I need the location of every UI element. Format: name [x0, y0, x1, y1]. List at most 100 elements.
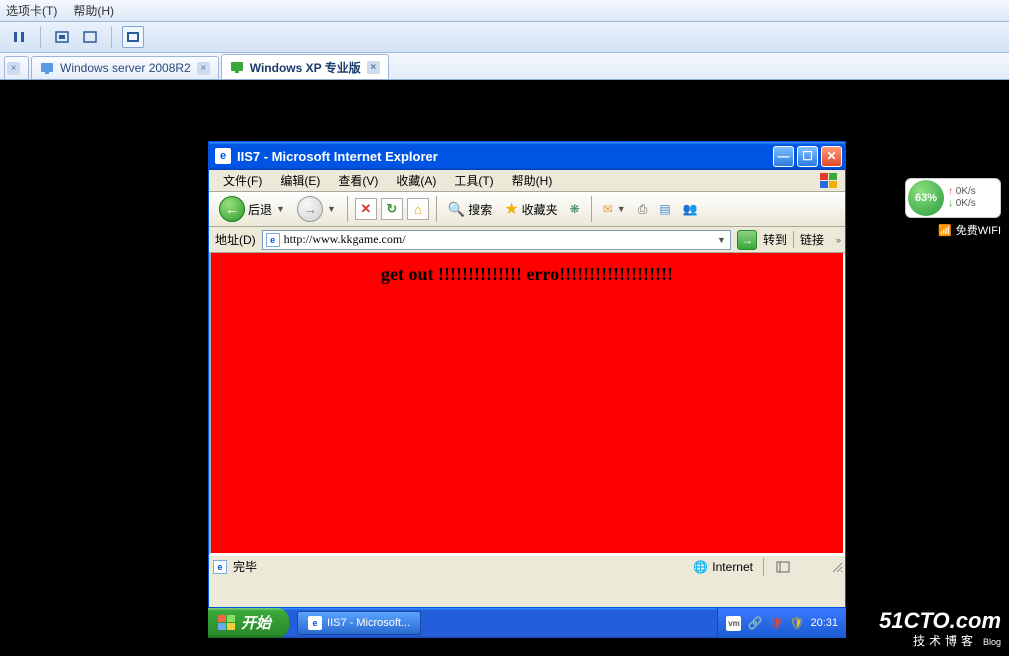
star-icon: ★ [504, 199, 518, 219]
network-widget[interactable]: 63% ↑ 0K/s ↓ 0K/s [905, 178, 1001, 218]
up-arrow-icon: ↑ [948, 186, 953, 197]
ie-titlebar[interactable]: IIS7 - Microsoft Internet Explorer — ☐ ✕ [209, 142, 845, 170]
watermark-sub: 技术博客 [913, 634, 977, 648]
separator [591, 196, 592, 222]
download-rate: 0K/s [956, 198, 976, 209]
messenger-button[interactable]: 👥 [679, 195, 702, 223]
menu-view[interactable]: 查看(V) [330, 170, 386, 191]
page-heading: get out !!!!!!!!!!!!!! erro!!!!!!!!!!!!!… [211, 263, 843, 286]
menu-help[interactable]: 帮助(H) [504, 170, 561, 191]
tab-label: Windows server 2008R2 [60, 61, 191, 75]
history-icon: ❋ [570, 202, 580, 216]
stop-button[interactable]: ✕ [355, 198, 377, 220]
menu-favorites[interactable]: 收藏(A) [388, 170, 444, 191]
go-icon: → [741, 233, 753, 247]
watermark-brand: 51CTO.com [879, 610, 1001, 632]
refresh-button[interactable]: ↻ [381, 198, 403, 220]
page-content[interactable]: get out !!!!!!!!!!!!!! erro!!!!!!!!!!!!!… [209, 253, 845, 555]
battery-percent: 63% [908, 180, 944, 216]
network-icon[interactable]: 🔗 [747, 616, 762, 631]
grip-icon [776, 561, 790, 573]
separator [40, 26, 41, 48]
partial-tab[interactable]: × [4, 56, 29, 79]
ie-icon [215, 148, 231, 164]
resize-icon [831, 561, 843, 573]
tab-label: Windows XP 专业版 [250, 59, 361, 76]
chevron-right-icon[interactable]: » [836, 235, 845, 245]
home-icon: ⌂ [414, 202, 422, 217]
resize-grip[interactable] [807, 558, 845, 576]
address-input-wrap[interactable]: e ▼ [262, 230, 731, 250]
links-label[interactable]: 链接 [793, 231, 830, 248]
vm-tab-2008r2[interactable]: Windows server 2008R2 × [31, 56, 219, 79]
history-button[interactable]: ❋ [566, 195, 584, 223]
clock[interactable]: 20:31 [810, 617, 838, 629]
vm-tab-xp[interactable]: Windows XP 专业版 × [221, 54, 389, 79]
security-center-icon[interactable]: 🛡 [789, 616, 804, 631]
fit-icon[interactable] [79, 26, 101, 48]
vm-tools-icon[interactable]: vm [726, 616, 741, 631]
address-input[interactable] [284, 232, 712, 247]
forward-icon: → [297, 196, 323, 222]
chevron-down-icon[interactable]: ▼ [327, 204, 336, 214]
edit-button[interactable]: ▤ [655, 195, 674, 223]
status-text: 完毕 [233, 558, 257, 575]
page-icon: e [266, 233, 280, 247]
close-icon[interactable]: × [367, 61, 380, 74]
separator [436, 196, 437, 222]
close-button[interactable]: ✕ [821, 146, 842, 167]
vm-icon [40, 61, 54, 75]
menu-edit[interactable]: 编辑(E) [272, 170, 328, 191]
ie-window: IIS7 - Microsoft Internet Explorer — ☐ ✕… [208, 141, 846, 608]
host-menubar: 选项卡(T) 帮助(H) [0, 0, 1009, 22]
print-button[interactable]: ⎙ [634, 195, 652, 223]
ie-addressbar: 地址(D) e ▼ → 转到 链接 » [209, 227, 845, 253]
wifi-label[interactable]: 📶 免费WIFI [938, 222, 1001, 238]
taskbar-item-ie[interactable]: e IIS7 - Microsoft... [297, 611, 421, 635]
host-toolbar [0, 22, 1009, 53]
down-arrow-icon: ↓ [948, 198, 953, 209]
chevron-down-icon[interactable]: ▼ [276, 204, 285, 214]
snapshot-icon[interactable] [51, 26, 73, 48]
stop-icon: ✕ [360, 201, 371, 217]
ie-menubar: 文件(F) 编辑(E) 查看(V) 收藏(A) 工具(T) 帮助(H) [209, 170, 845, 192]
forward-button[interactable]: → ▼ [293, 195, 340, 223]
vm-tabstrip: × Windows server 2008R2 × Windows XP 专业版… [0, 53, 1009, 80]
xp-taskbar: 开始 e IIS7 - Microsoft... vm 🔗 🛡 🛡 20:31 [208, 608, 846, 638]
chevron-down-icon[interactable]: ▼ [717, 235, 730, 245]
home-button[interactable]: ⌂ [407, 198, 429, 220]
fullscreen-icon[interactable] [122, 26, 144, 48]
close-icon[interactable]: × [197, 62, 210, 75]
chevron-down-icon[interactable]: ▼ [617, 204, 626, 214]
back-button[interactable]: ← 后退 ▼ [215, 195, 289, 223]
messenger-icon: 👥 [683, 202, 698, 216]
pause-icon[interactable] [8, 26, 30, 48]
system-tray: vm 🔗 🛡 🛡 20:31 [717, 608, 846, 638]
favorites-button[interactable]: ★ 收藏夹 [500, 195, 561, 223]
security-zone[interactable]: 🌐 Internet [693, 560, 757, 574]
ie-statusbar: e 完毕 🌐 Internet [209, 555, 845, 577]
search-button[interactable]: 🔍 搜索 [444, 195, 496, 223]
ie-icon: e [308, 616, 322, 630]
start-label: 开始 [241, 616, 271, 631]
menu-tools[interactable]: 工具(T) [446, 170, 501, 191]
go-button[interactable]: → [737, 230, 757, 250]
close-icon[interactable]: × [7, 62, 20, 75]
host-menu-tabs[interactable]: 选项卡(T) [6, 2, 57, 19]
maximize-button[interactable]: ☐ [797, 146, 818, 167]
minimize-button[interactable]: — [773, 146, 794, 167]
security-shield-icon[interactable]: 🛡 [768, 616, 783, 631]
mail-icon: ✉ [603, 202, 613, 216]
start-button[interactable]: 开始 [208, 608, 289, 638]
net-rates: ↑ 0K/s ↓ 0K/s [948, 186, 976, 210]
menu-file[interactable]: 文件(F) [215, 170, 270, 191]
windows-flag-icon [218, 615, 236, 631]
sidebar-toggle[interactable] [763, 558, 801, 576]
search-icon: 🔍 [448, 201, 465, 218]
separator [111, 26, 112, 48]
vm-icon [230, 60, 244, 74]
watermark-blog: Blog [983, 637, 1001, 647]
host-menu-help[interactable]: 帮助(H) [73, 2, 114, 19]
mail-button[interactable]: ✉▼ [599, 195, 630, 223]
ie-toolbar: ← 后退 ▼ → ▼ ✕ ↻ ⌂ 🔍 搜索 ★ 收藏夹 ❋ ✉▼ ⎙ ▤ 👥 [209, 192, 845, 227]
